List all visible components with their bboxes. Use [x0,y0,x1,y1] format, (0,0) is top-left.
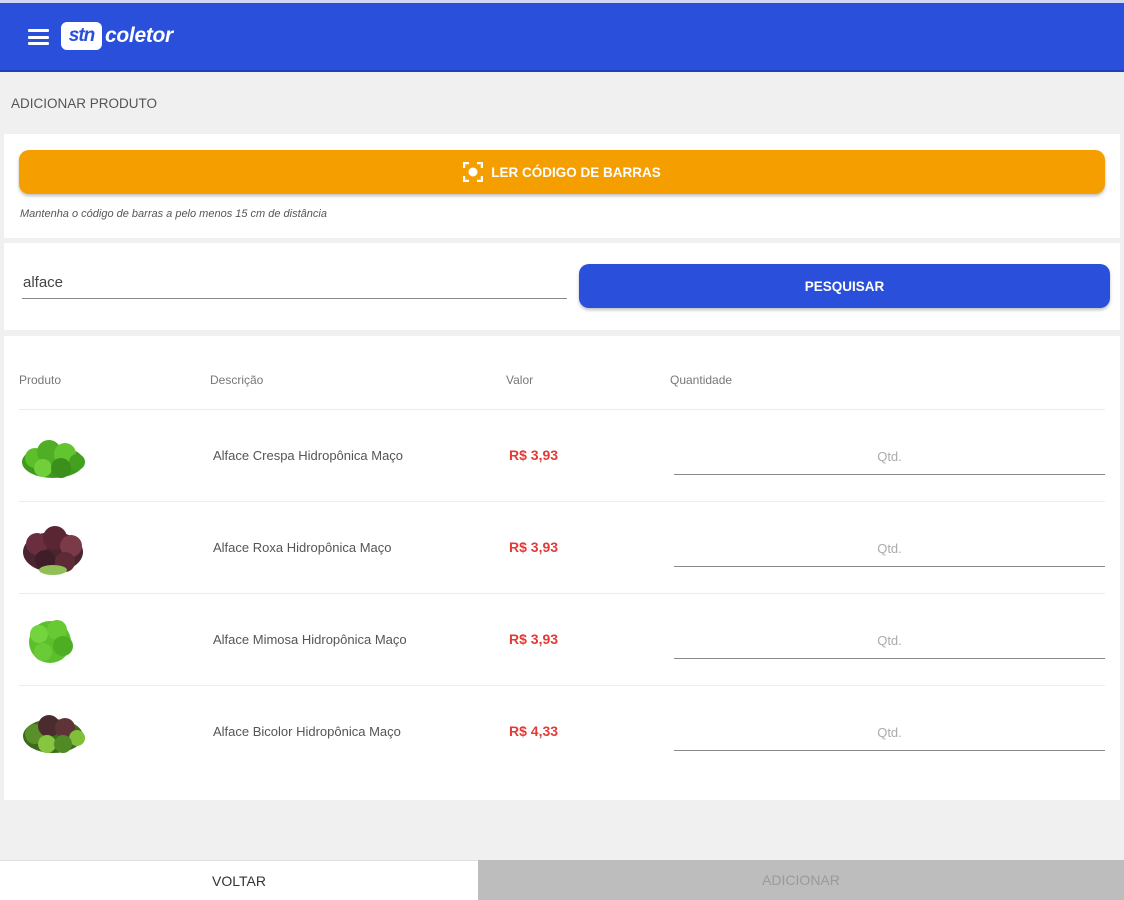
app-logo: stn coletor [61,22,173,50]
app-header: stn coletor [0,3,1124,72]
product-image-lettuce-bicolor [23,715,85,753]
quantity-input[interactable] [674,622,1105,659]
table-row[interactable]: Alface Crespa Hidropônica Maço R$ 3,93 [19,409,1105,501]
barcode-card: LER CÓDIGO DE BARRAS Mantenha o código d… [4,134,1120,238]
scan-barcode-label: LER CÓDIGO DE BARRAS [491,164,661,180]
column-header-quantidade: Quantidade [670,373,733,387]
product-description: Alface Bicolor Hidropônica Maço [213,724,401,739]
table-row[interactable]: Alface Bicolor Hidropônica Maço R$ 4,33 [19,685,1105,777]
search-button[interactable]: PESQUISAR [579,264,1110,308]
scan-icon [463,162,484,182]
product-price: R$ 3,93 [509,539,559,555]
back-button[interactable]: VOLTAR [0,860,478,900]
product-description: Alface Mimosa Hidropônica Maço [213,632,407,647]
search-input[interactable] [22,267,567,299]
hamburger-menu-icon[interactable] [28,29,49,45]
table-row[interactable]: Alface Mimosa Hidropônica Maço R$ 3,93 [19,593,1105,685]
search-card: PESQUISAR [4,243,1120,330]
product-table: Produto Descrição Valor Quantidade Alfac… [4,336,1120,800]
column-header-descricao: Descrição [210,373,264,387]
page-title: ADICIONAR PRODUTO [11,96,158,111]
quantity-input[interactable] [674,530,1105,567]
product-image-lettuce-green-curly [22,440,85,478]
logo-text: coletor [105,24,173,47]
column-header-produto: Produto [19,373,62,387]
product-description: Alface Roxa Hidropônica Maço [213,540,392,555]
quantity-input[interactable] [674,714,1105,751]
product-price: R$ 4,33 [509,723,559,739]
column-header-valor: Valor [506,373,534,387]
product-image-lettuce-purple [23,526,83,575]
quantity-input[interactable] [674,438,1105,475]
product-price: R$ 3,93 [509,631,559,647]
scan-barcode-button[interactable]: LER CÓDIGO DE BARRAS [19,150,1105,194]
logo-badge: stn [61,22,102,50]
table-row[interactable]: Alface Roxa Hidropônica Maço R$ 3,93 [19,501,1105,593]
product-image-lettuce-mimosa [29,620,73,663]
product-price: R$ 3,93 [509,447,559,463]
barcode-hint: Mantenha o código de barras a pelo menos… [20,208,327,220]
product-description: Alface Crespa Hidropônica Maço [213,448,404,463]
add-button[interactable]: ADICIONAR [478,860,1124,900]
footer-actions: VOLTAR ADICIONAR [0,860,1124,900]
